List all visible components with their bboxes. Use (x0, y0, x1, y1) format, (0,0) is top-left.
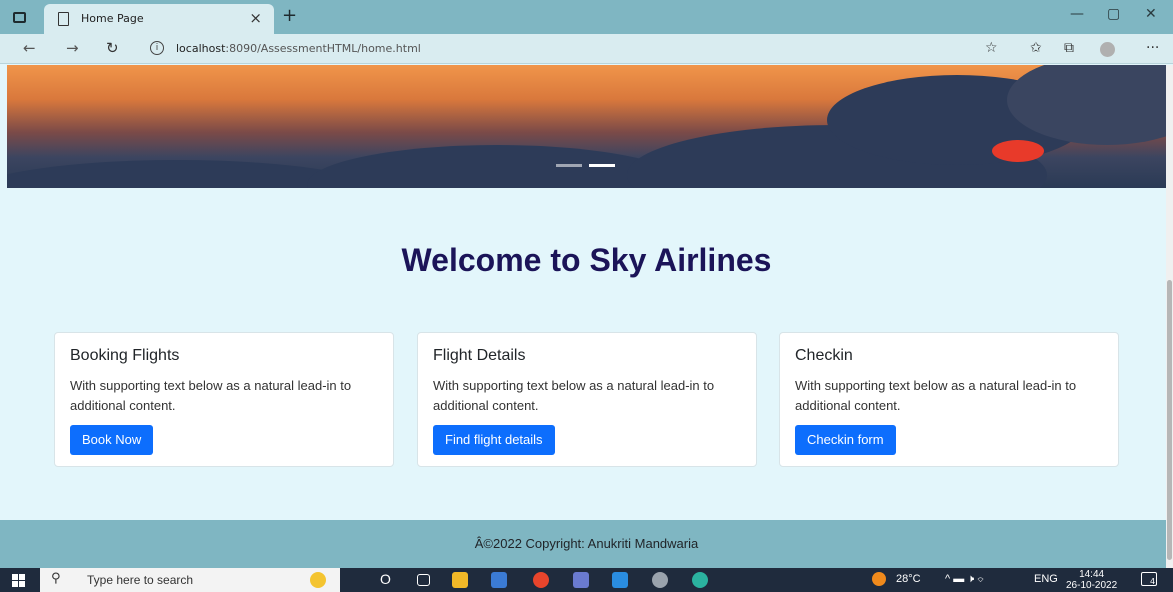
page-scrollbar[interactable] (1166, 65, 1173, 568)
system-tray-icons[interactable]: ^ ▬ 🕨 ⌔ (945, 573, 984, 586)
new-tab-icon[interactable]: + (282, 5, 297, 26)
taskbar-search-input[interactable]: ⚲ Type here to search (40, 568, 340, 592)
profile-avatar[interactable] (1100, 42, 1115, 57)
url-path: :8090/AssessmentHTML/home.html (225, 42, 421, 55)
copyright-text: Â©2022 Copyright: Anukriti Mandwaria (474, 536, 699, 551)
scrollbar-thumb[interactable] (1167, 280, 1172, 560)
find-flight-details-button[interactable]: Find flight details (433, 425, 555, 455)
page-icon (58, 12, 69, 26)
weather-icon[interactable] (872, 572, 886, 586)
browser-tab-bar: Home Page × + — ▢ ✕ (0, 0, 1173, 34)
more-icon[interactable]: ··· (1146, 40, 1159, 56)
collections-icon[interactable]: ⧉ (1064, 40, 1074, 56)
back-icon[interactable]: ← (23, 39, 36, 57)
file-explorer-icon[interactable] (452, 572, 468, 588)
language-indicator[interactable]: ENG (1034, 573, 1058, 585)
clock-date: 26-10-2022 (1066, 580, 1118, 591)
edge-icon[interactable] (692, 572, 708, 588)
url-field[interactable]: localhost:8090/AssessmentHTML/home.html (176, 42, 421, 55)
tab-home-page[interactable]: Home Page × (44, 4, 274, 34)
minimize-icon[interactable]: — (1070, 6, 1084, 22)
cortana-icon[interactable]: O (380, 571, 391, 587)
sun-shape (992, 140, 1044, 162)
task-view-icon[interactable] (417, 574, 430, 586)
carousel-indicator-2[interactable] (589, 164, 615, 167)
card-text: With supporting text below as a natural … (433, 378, 715, 413)
search-icon: ⚲ (51, 571, 61, 586)
windows-taskbar: ⚲ Type here to search O 28°C ^ ▬ 🕨 ⌔ ENG… (0, 568, 1173, 592)
checkin-form-button[interactable]: Checkin form (795, 425, 896, 455)
maximize-icon[interactable]: ▢ (1107, 6, 1120, 22)
clock-time: 14:44 (1079, 569, 1105, 580)
windows-start-icon[interactable] (12, 574, 25, 587)
tab-actions-button[interactable] (10, 8, 30, 28)
page-title: Welcome to Sky Airlines (401, 242, 772, 278)
carousel-indicator-1[interactable] (556, 164, 582, 167)
vscode-icon[interactable] (612, 572, 628, 588)
add-favorite-icon[interactable]: ☆ (985, 40, 998, 56)
refresh-icon[interactable]: ↻ (106, 39, 119, 57)
app-icon[interactable] (491, 572, 507, 588)
tab-actions-icon (13, 12, 26, 23)
card-checkin: Checkin With supporting text below as a … (779, 332, 1119, 467)
system-clock[interactable]: 14:44 26-10-2022 (1066, 569, 1117, 591)
app-icon[interactable] (573, 572, 589, 588)
url-host: localhost (176, 42, 226, 55)
chrome-icon[interactable] (533, 572, 549, 588)
card-title: Checkin (795, 347, 853, 364)
tab-close-icon[interactable]: × (249, 9, 262, 27)
card-title: Booking Flights (70, 347, 180, 364)
tab-title: Home Page (81, 12, 144, 25)
card-text: With supporting text below as a natural … (70, 378, 352, 413)
site-info-icon[interactable]: i (150, 41, 164, 55)
card-text: With supporting text below as a natural … (795, 378, 1077, 413)
card-flight-details: Flight Details With supporting text belo… (417, 332, 757, 467)
weather-temperature[interactable]: 28°C (896, 573, 921, 585)
notification-count: 4 (1150, 577, 1156, 586)
forward-icon[interactable]: → (66, 39, 79, 57)
card-booking-flights: Booking Flights With supporting text bel… (54, 332, 394, 467)
search-placeholder: Type here to search (87, 573, 194, 587)
settings-icon[interactable] (652, 572, 668, 588)
search-highlight-icon[interactable] (310, 572, 326, 588)
hero-carousel (7, 65, 1166, 188)
book-now-button[interactable]: Book Now (70, 425, 154, 455)
favorites-icon[interactable]: ✩ (1030, 40, 1042, 56)
address-bar: ← → ↻ i localhost:8090/AssessmentHTML/ho… (0, 34, 1173, 64)
card-title: Flight Details (433, 347, 526, 364)
close-window-icon[interactable]: ✕ (1145, 6, 1157, 22)
footer: Â©2022 Copyright: Anukriti Mandwaria (0, 520, 1173, 568)
